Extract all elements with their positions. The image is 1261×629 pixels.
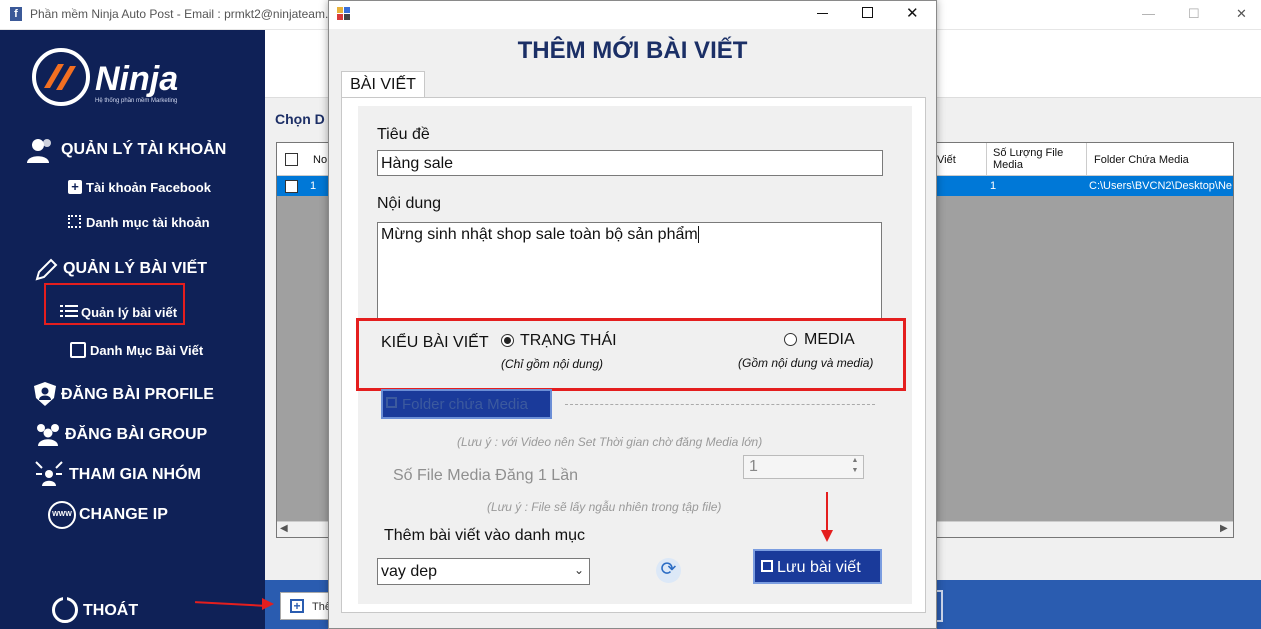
grid-header-bai-viet: Viết: [937, 154, 956, 166]
row-no: 1: [310, 180, 317, 192]
power-icon: [52, 594, 78, 623]
list-icon: [60, 304, 78, 318]
sidebar-item-danh-muc-bai-viet[interactable]: Danh Mục Bài Viết: [90, 343, 203, 358]
facebook-app-icon: f: [10, 7, 22, 21]
shield-user-icon: [33, 381, 57, 407]
save-icon: [761, 560, 773, 572]
www-icon: WWW: [48, 501, 76, 529]
media-count-label: Số File Media Đăng 1 Lần: [393, 467, 578, 484]
post-type-label: KIỂU BÀI VIẾT: [381, 334, 489, 351]
row-media-count: 1: [990, 180, 997, 192]
random-file-note: (Lưu ý : File sẽ lấy ngẫu nhiên trong tậ…: [487, 500, 722, 514]
folder-media-button[interactable]: Folder chứa Media: [381, 389, 552, 419]
stepper-down-icon[interactable]: ▼: [848, 467, 862, 477]
media-count-value: 1: [749, 458, 758, 475]
refresh-icon[interactable]: ⟳: [656, 558, 681, 583]
qr-icon: [68, 215, 81, 228]
content-textarea[interactable]: Mừng sinh nhật shop sale toàn bộ sản phẩ…: [377, 222, 882, 322]
plus-icon: +: [290, 599, 304, 613]
row-folder: C:\Users\BVCN2\Desktop\Ne: [1089, 180, 1233, 192]
folder-path-line: [565, 404, 875, 405]
app-icon: [337, 7, 351, 20]
plus-icon: +: [68, 180, 82, 194]
radio-media-label[interactable]: MEDIA: [804, 331, 855, 349]
nav-quan-ly-bai-viet[interactable]: QUẢN LÝ BÀI VIẾT: [63, 260, 207, 278]
radio-trang-thai[interactable]: [501, 334, 514, 347]
video-note: (Lưu ý : với Video nên Set Thời gian chờ…: [457, 435, 763, 449]
title-label: Tiêu đề: [377, 126, 430, 143]
add-post-button[interactable]: + Thê: [280, 592, 332, 620]
text-cursor: [697, 226, 699, 244]
radio-trang-thai-label[interactable]: TRẠNG THÁI: [520, 332, 617, 350]
sidebar-item-tai-khoan-facebook[interactable]: Tài khoản Facebook: [86, 180, 211, 195]
folder-media-label: Folder chứa Media: [402, 396, 528, 413]
grid-header-folder: Folder Chứa Media: [1094, 154, 1189, 166]
media-note: (Gồm nội dung và media): [738, 356, 874, 370]
choose-list-label: Chọn D: [275, 111, 325, 127]
brand-logo-text: Ninja: [95, 60, 179, 98]
tab-bai-viet[interactable]: BÀI VIẾT: [341, 71, 425, 98]
nav-dang-bai-profile[interactable]: ĐĂNG BÀI PROFILE: [61, 386, 214, 404]
join-group-icon: [34, 460, 64, 488]
grid-header-no: No: [313, 154, 328, 166]
group-icon: [33, 422, 63, 446]
row-checkbox[interactable]: [285, 180, 298, 193]
main-minimize-button[interactable]: —: [1142, 6, 1155, 21]
ninja-logo-icon: [32, 48, 90, 106]
category-value: vay dep: [381, 563, 438, 580]
users-icon: [26, 137, 56, 165]
radio-media[interactable]: [784, 333, 797, 346]
annotation-arrow: [826, 492, 828, 532]
content-label: Nội dung: [377, 195, 442, 212]
nav-thoat[interactable]: THOÁT: [83, 602, 138, 620]
select-all-checkbox[interactable]: [285, 153, 298, 166]
nav-dang-bai-group[interactable]: ĐĂNG BÀI GROUP: [65, 426, 207, 444]
sidebar-item-quan-ly-bai-viet[interactable]: Quản lý bài viết: [81, 305, 177, 320]
dialog-titlebar: [329, 1, 936, 29]
main-close-button[interactable]: ✕: [1236, 6, 1247, 22]
dialog-close-button[interactable]: ✕: [906, 4, 919, 22]
edit-icon: [33, 257, 59, 283]
catalog-search-icon: [70, 342, 86, 358]
title-input[interactable]: Hàng sale: [377, 150, 883, 176]
sidebar-item-danh-muc-tai-khoan[interactable]: Danh mục tài khoản: [86, 215, 210, 230]
category-select[interactable]: vay dep ⌄: [377, 558, 590, 585]
grid-header-media-count: Số Lượng File Media: [993, 147, 1064, 171]
main-window-title: Phần mềm Ninja Auto Post - Email : prmkt…: [30, 7, 329, 21]
nav-quan-ly-tai-khoan[interactable]: QUẢN LÝ TÀI KHOẢN: [61, 141, 226, 159]
brand-logo-subtitle: Hệ thống phần mềm Marketing: [95, 98, 178, 104]
trang-thai-note: (Chỉ gồm nội dung): [501, 357, 604, 371]
category-label: Thêm bài viết vào danh mục: [384, 527, 585, 544]
scroll-right-icon[interactable]: ▶: [1220, 523, 1228, 534]
save-post-button[interactable]: Lưu bài viết: [753, 549, 882, 584]
content-text: Mừng sinh nhật shop sale toàn bộ sản phẩ…: [381, 226, 698, 243]
save-icon: [386, 397, 397, 408]
chevron-down-icon: ⌄: [573, 563, 584, 577]
nav-change-ip[interactable]: CHANGE IP: [79, 506, 168, 524]
nav-tham-gia-nhom[interactable]: THAM GIA NHÓM: [69, 466, 201, 484]
post-type-highlight-box: [356, 318, 906, 391]
scroll-left-icon[interactable]: ◀: [280, 523, 288, 534]
media-count-stepper[interactable]: 1 ▲ ▼: [743, 455, 864, 479]
main-maximize-button[interactable]: ☐: [1188, 6, 1200, 22]
sidebar: [0, 30, 265, 629]
annotation-arrowhead: [262, 598, 274, 610]
stepper-up-icon[interactable]: ▲: [848, 457, 862, 467]
dialog-maximize-button[interactable]: [862, 7, 873, 18]
dialog-heading: THÊM MỚI BÀI VIẾT: [517, 37, 748, 64]
annotation-arrowhead: [821, 530, 833, 542]
save-post-label: Lưu bài viết: [777, 559, 861, 576]
dialog-minimize-button[interactable]: [817, 13, 828, 14]
